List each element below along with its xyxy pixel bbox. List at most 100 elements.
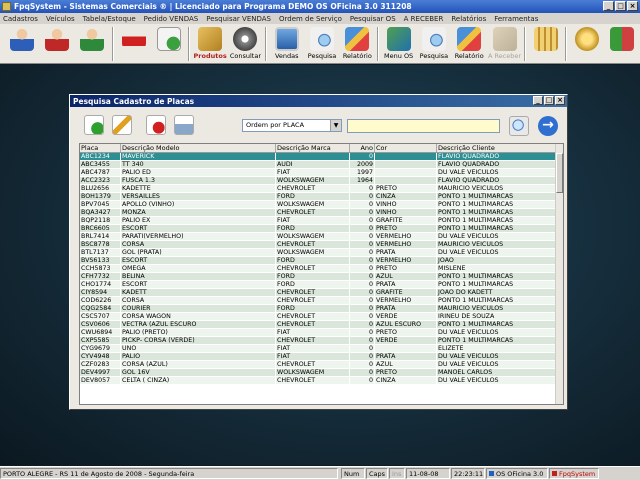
menu-a-receber[interactable]: A RECEBER — [404, 15, 444, 23]
toolbar-button-produtos[interactable]: Produtos — [192, 26, 227, 62]
table-row[interactable]: BTL7137 GOL (PRATA) WOLKSWAGEM 0 PRATA DU VAL… — [80, 249, 563, 257]
order-select[interactable]: Ordem por PLACA ▼ — [242, 119, 342, 132]
table-cell: 0 — [350, 193, 375, 200]
table-cell: 0 — [350, 233, 375, 240]
menu-bar: Cadastros Veículos Tabela/Estoque Pedido… — [0, 13, 640, 24]
toolbar-button-pesquisa-os[interactable]: Pesquisa — [416, 26, 451, 62]
toolbar-button-caixa[interactable] — [569, 26, 604, 62]
dialog-close-button[interactable]: × — [555, 96, 565, 105]
table-cell: PRATA — [375, 353, 437, 360]
column-header-cliente[interactable]: Descrição Cliente — [437, 144, 558, 152]
menu-ferramentas[interactable]: Ferramentas — [494, 15, 538, 23]
table-cell: AZUL — [375, 361, 437, 368]
table-cell: FLAVIO QUADRADO — [437, 177, 558, 184]
toolbar-button-funcionarios[interactable] — [75, 26, 110, 62]
table-row[interactable]: BLU2656 KADETTE CHEVROLET 0 PRETO MAURICIO VE… — [80, 185, 563, 193]
toolbar-button-veiculos[interactable] — [116, 26, 151, 62]
table-row[interactable]: CYV4948 PALIO FIAT 0 PRATA DU VALE VEICULOS — [80, 353, 563, 361]
table-row[interactable]: CYG9679 UNO FIAT 0 ELIZETE — [80, 345, 563, 353]
dialog-minimize-button[interactable]: _ — [533, 96, 543, 105]
table-row[interactable]: BRL7414 PARATI(VERMELHO) WOLKSWAGEM 0 VERMEL… — [80, 233, 563, 241]
toolbar-button-fornecedores[interactable] — [39, 26, 74, 62]
table-row[interactable]: CWU6894 PALIO (PRETO) FIAT 0 PRETO DU VALE VE… — [80, 329, 563, 337]
table-cell: BELINA — [121, 273, 276, 280]
status-bar: PORTO ALEGRE - RS 11 de Agosto de 2008 -… — [0, 466, 640, 480]
table-row[interactable]: ABC4787 PALIO ED FIAT 1997 DU VALE VEICULOS — [80, 169, 563, 177]
toolbar-button-agenda[interactable] — [151, 26, 186, 62]
menu-ordem-servico[interactable]: Ordem de Serviço — [279, 15, 342, 23]
table-row[interactable]: CXP5585 PICKP- CORSA (VERDE) CHEVROLET 0 VER… — [80, 337, 563, 345]
toolbar-button-clientes[interactable] — [4, 26, 39, 62]
table-row[interactable]: COD6226 CORSA CHEVROLET 0 VERMELHO PONTO 1 MU… — [80, 297, 563, 305]
table-row[interactable]: BQA3427 MONZA CHEVROLET 0 VINHO PONTO 1 MULTI… — [80, 209, 563, 217]
table-cell: ABC1234 — [80, 153, 121, 160]
table-row[interactable]: BRC6605 ESCORT FORD 0 PRETO PONTO 1 MULTIMARC… — [80, 225, 563, 233]
edit-record-icon[interactable] — [112, 115, 132, 135]
table-row[interactable]: BPV7045 APOLLO (VINHO) WOLKSWAGEM 0 VINHO PON… — [80, 201, 563, 209]
table-row[interactable]: DEV4997 GOL 16V WOLKSWAGEM 0 PRETO MANOEL CAR… — [80, 369, 563, 377]
table-row[interactable]: CFH7732 BELINA FORD 0 AZUL PONTO 1 MULTIMARCA… — [80, 273, 563, 281]
table-row[interactable]: CSC5707 CORSA WAGON CHEVROLET 0 VERDE IRINEU … — [80, 313, 563, 321]
table-row[interactable]: ACC2323 FUSCA 1.3 WOLKSWAGEM 1964 FLAVIO QUA… — [80, 177, 563, 185]
table-row[interactable]: BVS6133 ESCORT FORD 0 VERMELHO JOÃO — [80, 257, 563, 265]
search-icon[interactable] — [509, 116, 529, 136]
status-caps: Caps — [366, 468, 388, 479]
menu-relatorios[interactable]: Relatórios — [451, 15, 486, 23]
table-row[interactable]: CHO1774 ESCORT FORD 0 PRATA PONTO 1 MULTIMARC… — [80, 281, 563, 289]
toolbar-button-vendas[interactable]: Vendas — [269, 26, 304, 62]
menu-tabela-estoque[interactable]: Tabela/Estoque — [83, 15, 136, 23]
arrow-right-circle-icon[interactable]: → — [538, 116, 558, 136]
new-record-icon[interactable] — [84, 115, 104, 135]
table-cell: 0 — [350, 329, 375, 336]
chevron-down-icon[interactable]: ▼ — [330, 120, 341, 131]
vertical-scrollbar[interactable] — [555, 144, 563, 404]
table-cell: GRAFITE — [375, 217, 437, 224]
table-row[interactable]: BOH1379 VERSAILLES FORD 0 CINZA PONTO 1 MULTI… — [80, 193, 563, 201]
table-cell: VERDE — [375, 337, 437, 344]
table-row[interactable]: ABC1234 MAVERICK 0 FLAVIO QUADRADO — [80, 153, 563, 161]
table-row[interactable]: DEV8057 CELTA ( CINZA) CHEVROLET 0 CINZA DU V… — [80, 377, 563, 385]
table-cell: VERMELHO — [375, 257, 437, 264]
table-cell: PONTO 1 MULTIMARCAS — [437, 273, 558, 280]
toolbar-button-menu-os[interactable]: Menu OS — [381, 26, 416, 62]
table-row[interactable]: CQG2584 COURIER FORD 0 PRATA MAURICIO VEICULO… — [80, 305, 563, 313]
table-cell: PONTO 1 MULTIMARCAS — [437, 201, 558, 208]
column-header-cor[interactable]: Cor — [375, 144, 437, 152]
menu-veiculos[interactable]: Veículos — [46, 15, 75, 23]
menu-pesquisar-vendas[interactable]: Pesquisar VENDAS — [206, 15, 271, 23]
column-header-modelo[interactable]: Descrição Modelo — [121, 144, 276, 152]
delete-record-icon[interactable] — [146, 115, 166, 135]
toolbar-button-pesquisa-vendas[interactable]: Pesquisa — [304, 26, 339, 62]
status-date: 11-08-08 — [406, 468, 450, 479]
table-row[interactable]: ABC3455 TT 340 AUDI 2009 FLAVIO QUADRADO — [80, 161, 563, 169]
plates-table: Placa Descrição Modelo Descrição Marca A… — [79, 143, 564, 405]
search-input[interactable] — [347, 119, 500, 133]
menu-cadastros[interactable]: Cadastros — [3, 15, 38, 23]
table-row[interactable]: CZF0283 CORSA (AZUL) CHEVROLET 0 AZUL DU VALE… — [80, 361, 563, 369]
maximize-button[interactable]: □ — [615, 1, 626, 11]
toolbar-button-relatorio-os[interactable]: Relatório — [452, 26, 487, 62]
table-row[interactable]: BSC8778 CORSA CHEVROLET 0 VERMELHO MAURICIO V… — [80, 241, 563, 249]
scrollbar-thumb[interactable] — [556, 153, 563, 193]
toolbar-button-relatorio-vendas[interactable]: Relatório — [340, 26, 375, 62]
toolbar-button-a-receber[interactable]: A Receber — [487, 26, 522, 62]
table-row[interactable]: CCH5873 OMEGA CHEVROLET 0 PRETO MISLENE — [80, 265, 563, 273]
dialog-maximize-button[interactable]: □ — [544, 96, 554, 105]
table-row[interactable]: BQP2118 PALIO EX FIAT 0 GRAFITE PONTO 1 MULTI… — [80, 217, 563, 225]
table-cell: 0 — [350, 241, 375, 248]
table-row[interactable]: CIY8594 KADETT CHEVROLET 0 GRAFITE JOÃO DO KA… — [80, 289, 563, 297]
column-header-ano[interactable]: Ano — [350, 144, 375, 152]
column-header-placa[interactable]: Placa — [80, 144, 121, 152]
table-cell: DEV8057 — [80, 377, 121, 384]
toolbar-button-calculadora[interactable] — [528, 26, 563, 62]
table-row[interactable]: CSV0606 VECTRA (AZUL ESCURO CHEVROLET 0 AZUL… — [80, 321, 563, 329]
exit-icon — [610, 27, 635, 51]
menu-pesquisar-os[interactable]: Pesquisar OS — [350, 15, 396, 23]
toolbar-button-sair[interactable] — [605, 26, 640, 62]
minimize-button[interactable]: _ — [603, 1, 614, 11]
close-button[interactable]: × — [627, 1, 638, 11]
column-header-marca[interactable]: Descrição Marca — [276, 144, 350, 152]
print-icon[interactable] — [174, 115, 194, 135]
menu-pedido-vendas[interactable]: Pedido VENDAS — [144, 15, 199, 23]
toolbar-button-consultar[interactable]: Consultar — [228, 26, 263, 62]
